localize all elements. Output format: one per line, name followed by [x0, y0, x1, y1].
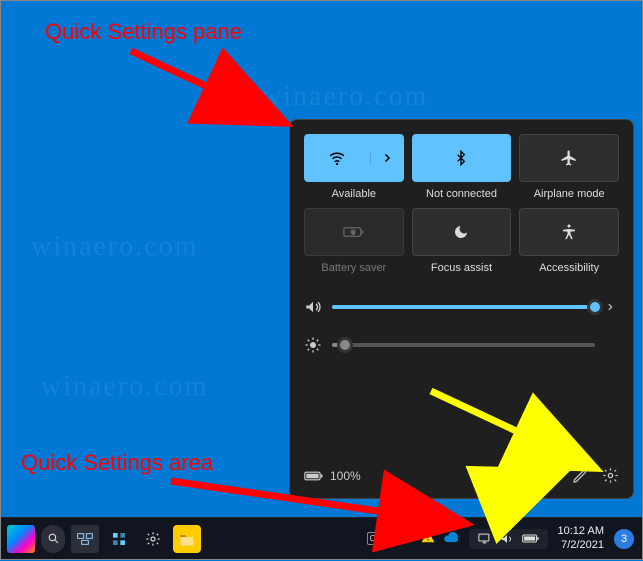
explorer-button[interactable] — [173, 525, 201, 553]
brightness-row — [304, 336, 619, 354]
tile-bluetooth-wrap: Not connected — [412, 134, 512, 200]
brightness-icon — [304, 336, 322, 354]
accessibility-icon — [560, 223, 578, 241]
task-view-button[interactable] — [71, 525, 99, 553]
chevron-right-icon — [381, 152, 393, 164]
airplane-label: Airplane mode — [534, 188, 605, 200]
annotation-area: Quick Settings area — [21, 450, 213, 476]
pinned-app-1[interactable] — [139, 525, 167, 553]
tray-chevron[interactable] — [400, 530, 411, 548]
edit-button[interactable] — [572, 468, 588, 484]
notification-center-button[interactable]: 3 — [614, 529, 634, 549]
focus-assist-tile[interactable] — [412, 208, 512, 256]
battery-saver-tile — [304, 208, 404, 256]
volume-flyout-button[interactable] — [605, 301, 619, 313]
tray-onedrive-icon[interactable] — [443, 531, 459, 546]
wifi-icon — [328, 149, 346, 167]
chevron-up-icon — [400, 532, 411, 543]
battery-icon — [522, 533, 540, 544]
watermark: winaero.com — [31, 231, 198, 263]
annotation-pane: Quick Settings pane — [45, 19, 242, 45]
bluetooth-icon — [453, 149, 469, 167]
system-tray — [421, 530, 459, 547]
watermark: winaero.com — [261, 81, 428, 113]
network-icon — [477, 532, 492, 545]
wifi-expand[interactable] — [370, 152, 404, 164]
moon-icon — [453, 224, 469, 240]
quick-settings-pane: Available Not connected Airplane mode Ba… — [289, 119, 634, 499]
quick-settings-area[interactable] — [469, 529, 548, 549]
battery-status[interactable]: 100% — [304, 469, 361, 483]
airplane-icon — [560, 149, 578, 167]
battery-saver-label: Battery saver — [321, 262, 386, 274]
search-icon — [47, 532, 60, 545]
pencil-icon — [572, 468, 588, 484]
tile-airplane-wrap: Airplane mode — [519, 134, 619, 200]
bluetooth-tile[interactable] — [412, 134, 512, 182]
volume-icon — [304, 298, 322, 316]
folder-icon — [179, 532, 195, 546]
task-view-icon — [77, 533, 93, 545]
gear-icon — [145, 531, 161, 547]
tile-wifi-wrap: Available — [304, 134, 404, 200]
widgets-icon — [111, 531, 127, 547]
accessibility-label: Accessibility — [539, 262, 599, 274]
ime-indicator[interactable]: CAN — [367, 532, 390, 545]
widgets-button[interactable] — [105, 525, 133, 553]
brightness-slider[interactable] — [332, 343, 595, 347]
chevron-right-icon — [605, 301, 615, 313]
settings-button[interactable] — [602, 467, 619, 484]
clock-date: 7/2/2021 — [558, 539, 604, 552]
bluetooth-label: Not connected — [426, 188, 497, 200]
wifi-tile[interactable] — [304, 134, 404, 182]
clock-time: 10:12 AM — [558, 525, 604, 538]
accessibility-tile[interactable] — [519, 208, 619, 256]
taskbar: CAN 10:12 AM 7/2/2021 3 — [1, 517, 642, 559]
panel-footer: 100% — [304, 467, 619, 484]
tile-battery-saver-wrap: Battery saver — [304, 208, 404, 274]
airplane-tile[interactable] — [519, 134, 619, 182]
cloud-icon — [443, 532, 459, 543]
battery-icon — [304, 470, 324, 482]
volume-row — [304, 298, 619, 316]
battery-saver-icon — [343, 225, 365, 239]
alert-icon — [421, 530, 435, 544]
tray-alert-icon[interactable] — [421, 530, 435, 547]
focus-assist-label: Focus assist — [431, 262, 492, 274]
gear-icon — [602, 467, 619, 484]
battery-text: 100% — [330, 469, 361, 483]
wifi-label: Available — [332, 188, 376, 200]
tile-accessibility-wrap: Accessibility — [519, 208, 619, 274]
volume-icon — [500, 532, 514, 546]
clock[interactable]: 10:12 AM 7/2/2021 — [558, 525, 604, 551]
watermark: winaero.com — [41, 371, 208, 403]
search-button[interactable] — [41, 525, 65, 553]
wifi-toggle[interactable] — [304, 149, 370, 167]
start-button[interactable] — [7, 525, 35, 553]
volume-slider[interactable] — [332, 305, 595, 309]
tile-focus-assist-wrap: Focus assist — [412, 208, 512, 274]
